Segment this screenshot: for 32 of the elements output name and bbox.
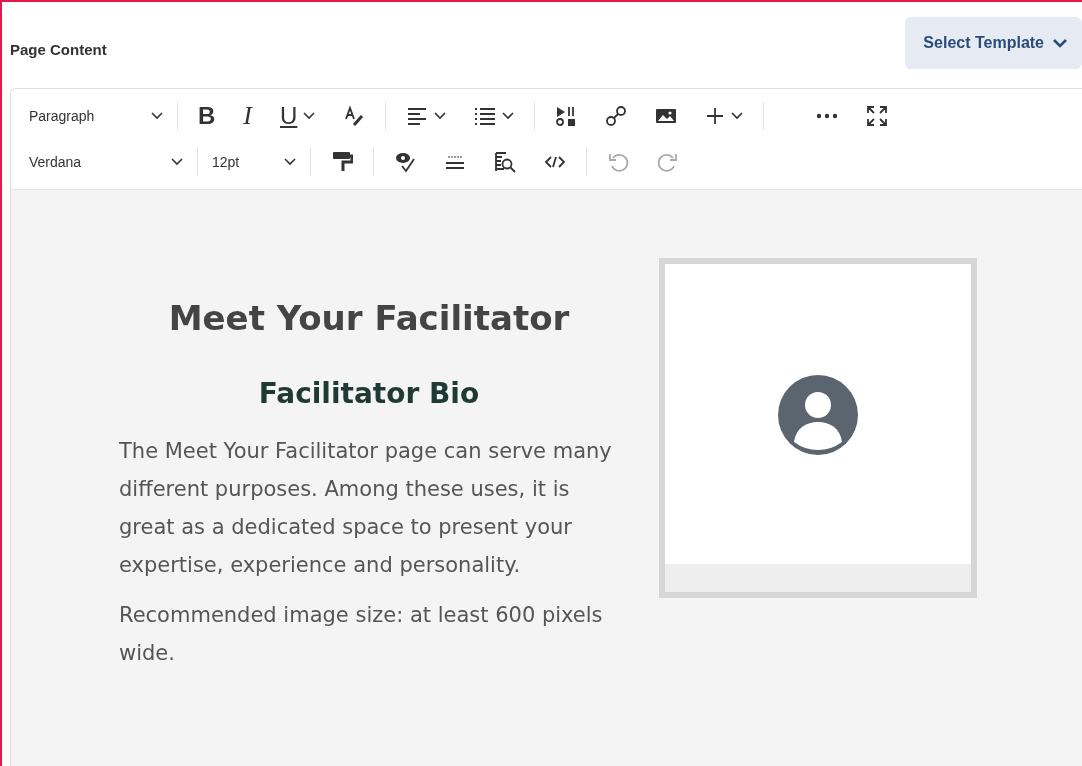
paragraph: The Meet Your Facilitator page can serve many different purposes. Among these uses, it is great as a dedicated space to present your expertise, experience and personality. <box>119 438 613 580</box>
toolbar-button[interactable]: U <box>266 98 330 134</box>
select-template-button[interactable]: Select Template <box>905 17 1082 69</box>
horizontal-rule-icon <box>444 153 466 171</box>
chevron-down-icon <box>171 158 183 166</box>
redo-icon <box>657 151 679 173</box>
link-icon <box>605 105 628 127</box>
bulleted-list-icon <box>474 107 497 125</box>
source-code-icon <box>544 155 566 169</box>
clear-format-icon <box>343 105 366 127</box>
image-icon <box>655 107 678 125</box>
chevron-down-icon <box>1052 38 1068 48</box>
toolbar-button[interactable]: I <box>229 97 266 135</box>
section-heading: Facilitator Bio <box>257 376 481 411</box>
block-format-dropdown[interactable]: Paragraph <box>21 99 171 133</box>
undo-icon <box>607 151 629 173</box>
fullscreen-icon <box>866 105 889 127</box>
section-title: Page Content <box>10 39 107 60</box>
font-size-dropdown[interactable]: 12pt <box>204 145 304 179</box>
paragraph: Recommended image size: at least 600 pixels wide. <box>119 602 604 668</box>
chevron-down-icon <box>284 158 296 166</box>
media-icon <box>555 105 578 127</box>
chevron-down-icon <box>151 112 163 120</box>
font-family-dropdown[interactable]: Verdana <box>21 145 191 179</box>
spellcheck-icon <box>394 151 416 173</box>
toolbar-button[interactable]: B <box>184 98 230 134</box>
align-left-icon <box>406 107 429 125</box>
more-icon <box>816 113 839 119</box>
plus-icon <box>705 106 726 126</box>
preview-icon <box>494 151 516 173</box>
paint-roller-icon <box>331 150 353 174</box>
page-heading: Meet Your Facilitator <box>167 298 571 339</box>
